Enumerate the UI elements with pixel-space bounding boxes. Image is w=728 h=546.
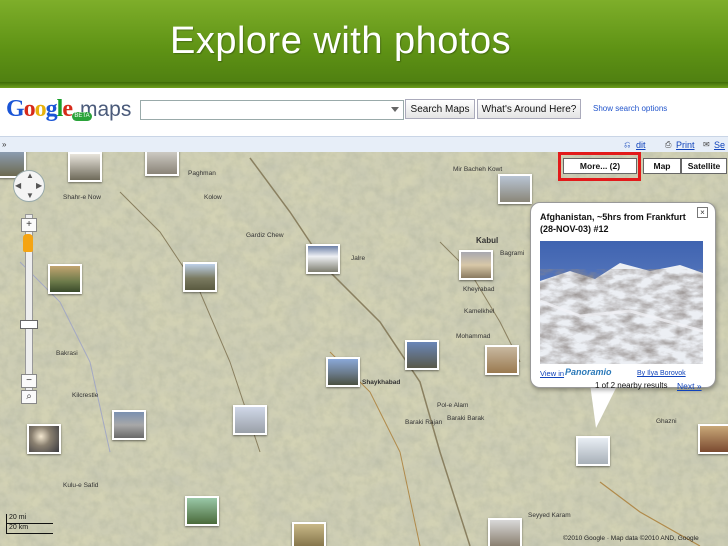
map-copyright: ©2010 Google · Map data ©2010 AND, Googl… xyxy=(563,535,699,542)
send-icon[interactable]: ✉ xyxy=(703,140,712,149)
result-count: 1 of 2 nearby results xyxy=(595,381,668,390)
place-label: Kulu-e Safid xyxy=(63,482,99,489)
photo-thumbnail[interactable] xyxy=(185,496,219,526)
edit-link[interactable]: dit xyxy=(636,140,646,150)
place-label: Bakrasi xyxy=(56,350,78,357)
photo-thumbnail[interactable] xyxy=(306,244,340,274)
slide-title-bar: Explore with photos xyxy=(0,0,728,88)
place-label: Bagrami xyxy=(500,250,525,257)
panoramio-logo[interactable]: Panoramio xyxy=(565,367,612,377)
place-label: Kamelkhel xyxy=(464,308,495,315)
photo-thumbnail[interactable] xyxy=(459,250,493,280)
place-label: Ghazni xyxy=(656,418,677,425)
place-label: Kabul xyxy=(476,236,499,245)
photo-preview[interactable] xyxy=(540,241,703,364)
google-maps-screenshot: Google maps BETA Search Maps What's Arou… xyxy=(0,88,728,546)
place-label: Seyyed Karam xyxy=(528,512,571,519)
chevron-down-icon[interactable] xyxy=(391,107,399,112)
place-label: Baraki Barak xyxy=(447,415,485,422)
photo-thumbnail[interactable] xyxy=(145,152,179,176)
street-view-icon[interactable]: ⌕ xyxy=(21,390,37,404)
photo-thumbnail[interactable] xyxy=(233,405,267,435)
photo-thumbnail[interactable] xyxy=(326,357,360,387)
map-type-map-button[interactable]: Map xyxy=(643,158,681,174)
pan-control[interactable]: ▲ ▼ ◀ ▶ xyxy=(13,170,45,202)
place-label: Baraki Rajan xyxy=(405,419,443,426)
search-input[interactable] xyxy=(140,100,404,120)
place-label: Paghman xyxy=(188,170,216,177)
map-scale: 20 mi 20 km xyxy=(6,514,53,534)
photo-thumbnail[interactable] xyxy=(48,264,82,294)
beta-badge: BETA xyxy=(72,112,92,121)
photo-title: Afghanistan, ~5hrs from Frankfurt (28-NO… xyxy=(540,212,686,234)
close-icon[interactable]: × xyxy=(697,207,708,218)
link-icon[interactable]: ⎌ xyxy=(624,140,633,149)
highlight-box xyxy=(558,152,641,181)
search-maps-button[interactable]: Search Maps xyxy=(405,99,475,119)
place-label: Kheyrabad xyxy=(463,286,495,293)
photo-info-window: Afghanistan, ~5hrs from Frankfurt (28-NO… xyxy=(530,202,716,391)
photo-thumbnail[interactable] xyxy=(68,152,102,182)
bubble-tail xyxy=(590,384,618,428)
photo-thumbnail[interactable] xyxy=(405,340,439,370)
photo-thumbnail[interactable] xyxy=(576,436,610,466)
pegman-icon[interactable] xyxy=(23,234,33,252)
place-label: Shaykhabad xyxy=(362,379,401,386)
whats-around-button[interactable]: What's Around Here? xyxy=(477,99,581,119)
place-label: Pol-e Alam xyxy=(437,402,469,409)
place-label: Gardiz Chew xyxy=(246,232,284,239)
photo-thumbnail[interactable] xyxy=(292,522,326,546)
map-canvas[interactable]: Shahr-e Now Kabul Bagrami Jalre Pol-e Al… xyxy=(0,152,728,546)
scale-imperial: 20 km xyxy=(6,524,53,534)
place-label: Kolow xyxy=(204,194,222,201)
photo-thumbnail[interactable] xyxy=(498,174,532,204)
zoom-slider-handle[interactable] xyxy=(20,320,38,329)
slide-title: Explore with photos xyxy=(170,20,512,62)
scale-metric: 20 mi xyxy=(6,514,53,524)
place-label: Mir Bacheh Kowt xyxy=(453,166,503,173)
collapse-panel-icon[interactable]: » xyxy=(2,140,6,149)
place-label: Jalre xyxy=(351,255,366,262)
map-type-satellite-button[interactable]: Satellite xyxy=(681,158,727,174)
google-logo[interactable]: Google xyxy=(6,96,73,123)
photo-thumbnail[interactable] xyxy=(112,410,146,440)
place-label: Shahr-e Now xyxy=(63,194,101,201)
place-label: Mohammad xyxy=(456,333,491,340)
author-link[interactable]: By Ilya Borovok xyxy=(637,370,686,377)
place-label: Kilcrestle xyxy=(72,392,99,399)
next-result-link[interactable]: Next » xyxy=(677,381,702,391)
photo-thumbnail[interactable] xyxy=(183,262,217,292)
photo-thumbnail[interactable] xyxy=(488,518,522,546)
photo-thumbnail[interactable] xyxy=(698,424,728,454)
view-in-link[interactable]: View in xyxy=(540,369,564,378)
show-search-options-link[interactable]: Show search options xyxy=(593,104,667,113)
zoom-out-button[interactable]: − xyxy=(21,374,37,388)
print-icon[interactable]: ⎙ xyxy=(665,140,674,149)
send-link[interactable]: Se xyxy=(714,140,725,150)
print-link[interactable]: Print xyxy=(676,140,695,150)
zoom-in-button[interactable]: + xyxy=(21,218,37,232)
maps-header: Google maps BETA Search Maps What's Arou… xyxy=(0,88,728,136)
photo-thumbnail[interactable] xyxy=(27,424,61,454)
photo-thumbnail[interactable] xyxy=(485,345,519,375)
